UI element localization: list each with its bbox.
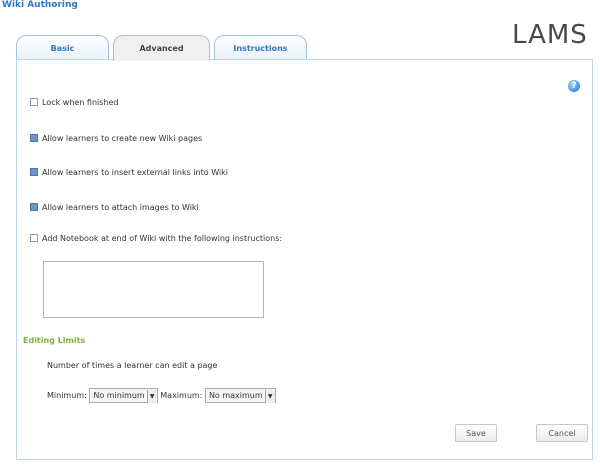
option-add-notebook: Add Notebook at end of Wiki with the fol… [30,233,282,245]
add-notebook-checkbox[interactable] [30,233,38,242]
option-allow-external-links: Allow learners to insert external links … [30,167,228,179]
tab-advanced[interactable]: Advanced [113,35,210,61]
lams-logo: LAMS [512,20,588,50]
option-label: Lock when finished [42,98,119,107]
chevron-down-icon: ▼ [146,390,157,403]
option-allow-new-pages: Allow learners to create new Wiki pages [30,133,202,145]
chevron-down-icon: ▼ [264,390,275,403]
editing-limits-row: Minimum: No minimum ▼ Maximum: No maximum… [47,388,276,404]
minimum-value: No minimum [93,391,145,400]
option-label: Allow learners to insert external links … [42,168,229,177]
help-icon[interactable]: ? [568,80,580,92]
lock-when-finished-checkbox[interactable] [30,97,38,106]
allow-images-checkbox[interactable] [30,202,38,211]
option-allow-images: Allow learners to attach images to Wiki [30,202,199,214]
app-title: Wiki Authoring [2,0,78,10]
editing-limits-title: Editing Limits [23,336,86,345]
save-button[interactable]: Save [455,424,497,442]
option-lock-when-finished: Lock when finished [30,97,119,109]
option-label: Allow learners to create new Wiki pages [42,134,203,143]
cancel-button[interactable]: Cancel [536,424,588,442]
maximum-label: Maximum: [160,391,203,400]
maximum-select[interactable]: No maximum ▼ [204,388,276,403]
maximum-value: No maximum [208,391,263,400]
tab-basic[interactable]: Basic [16,35,109,59]
minimum-label: Minimum: [47,391,87,400]
allow-new-pages-checkbox[interactable] [30,133,38,142]
allow-external-links-checkbox[interactable] [30,167,38,176]
tab-instructions[interactable]: Instructions [214,35,307,59]
option-label: Allow learners to attach images to Wiki [42,203,199,212]
option-label: Add Notebook at end of Wiki with the fol… [42,234,283,243]
editing-limits-description: Number of times a learner can edit a pag… [47,361,218,370]
minimum-select[interactable]: No minimum ▼ [89,388,158,403]
notebook-instructions-textarea[interactable] [43,261,264,318]
